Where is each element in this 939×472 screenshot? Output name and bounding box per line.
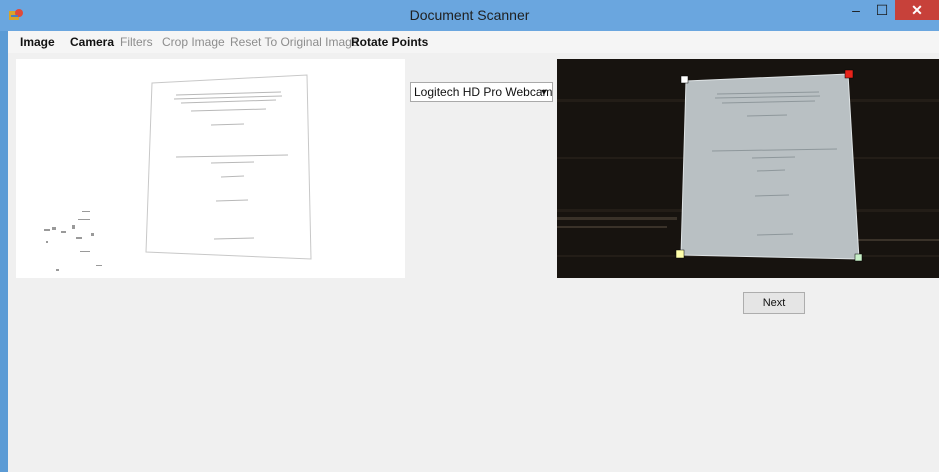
processed-image-preview [16,59,405,278]
menu-bar: Image Camera Filters Crop Image Reset To… [8,31,939,53]
menu-image[interactable]: Image [20,35,55,49]
menu-filters[interactable]: Filters [120,35,153,49]
processed-document-image [16,59,405,278]
menu-crop-image[interactable]: Crop Image [162,35,225,49]
next-button[interactable]: Next [743,292,805,314]
camera-select-value: Logitech HD Pro Webcam C910 [414,85,553,99]
corner-point-bottom-right[interactable] [854,253,863,262]
window-title: Document Scanner [409,7,530,23]
client-area: Image Camera Filters Crop Image Reset To… [8,31,939,472]
app-window: Document Scanner – ☐ ✕ Image Camera Filt… [0,0,939,472]
camera-feed-image [557,59,939,278]
corner-point-bottom-left[interactable] [675,249,685,259]
menu-rotate-points[interactable]: Rotate Points [351,35,428,49]
minimize-button[interactable]: – [843,0,869,20]
menu-camera[interactable]: Camera [70,35,114,49]
corner-point-top-right[interactable] [844,69,854,79]
chevron-down-icon[interactable]: ▼ [538,83,550,101]
camera-preview[interactable] [557,59,939,278]
close-button[interactable]: ✕ [895,0,939,20]
title-bar[interactable]: Document Scanner – ☐ ✕ [0,0,939,31]
menu-reset-original[interactable]: Reset To Original Image [230,35,359,49]
maximize-button[interactable]: ☐ [869,0,895,20]
corner-point-top-left[interactable] [680,75,689,84]
camera-select[interactable]: Logitech HD Pro Webcam C910 ▼ [410,82,553,102]
